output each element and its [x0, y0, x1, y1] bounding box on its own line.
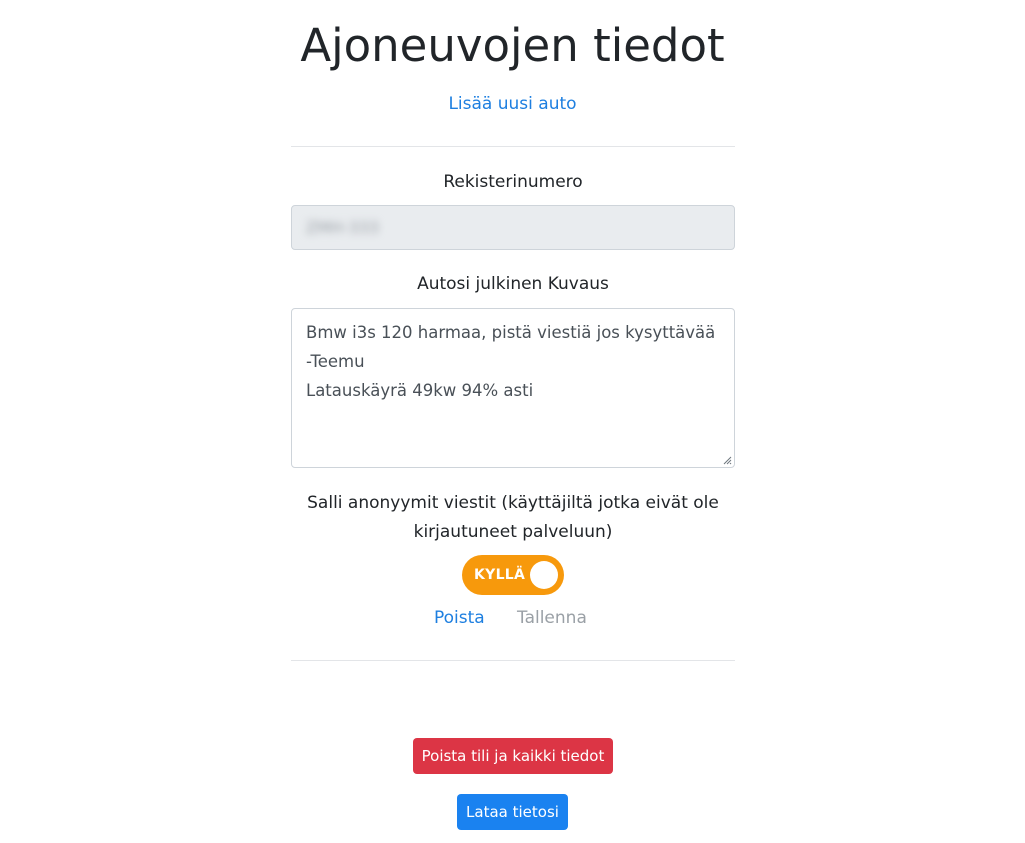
- plate-number-value: ZMH-333: [306, 218, 380, 237]
- save-vehicle-link[interactable]: Tallenna: [517, 606, 587, 630]
- vehicle-details-page: Ajoneuvojen tiedot Lisää uusi auto Rekis…: [0, 0, 1025, 843]
- plate-number-field: ZMH-333: [291, 205, 735, 250]
- anonymous-messages-toggle[interactable]: KYLLÄ: [462, 555, 564, 595]
- delete-account-button[interactable]: Poista tili ja kaikki tiedot: [413, 738, 613, 774]
- plate-label: Rekisterinumero: [443, 172, 583, 192]
- description-label: Autosi julkinen Kuvaus: [417, 274, 609, 294]
- bottom-divider: [291, 660, 735, 661]
- anonymous-messages-label: Salli anonyymit viestit (käyttäjiltä jot…: [307, 493, 719, 542]
- add-new-car-link[interactable]: Lisää uusi auto: [0, 92, 1025, 116]
- resize-grip-icon[interactable]: [722, 455, 732, 465]
- download-data-button[interactable]: Lataa tietosi: [457, 794, 568, 830]
- top-divider: [291, 146, 735, 147]
- delete-vehicle-link[interactable]: Poista: [434, 606, 485, 630]
- description-textarea[interactable]: Bmw i3s 120 harmaa, pistä viestiä jos ky…: [291, 308, 735, 468]
- toggle-knob: [530, 561, 558, 589]
- toggle-label: KYLLÄ: [474, 567, 526, 583]
- page-title: Ajoneuvojen tiedot: [300, 19, 725, 72]
